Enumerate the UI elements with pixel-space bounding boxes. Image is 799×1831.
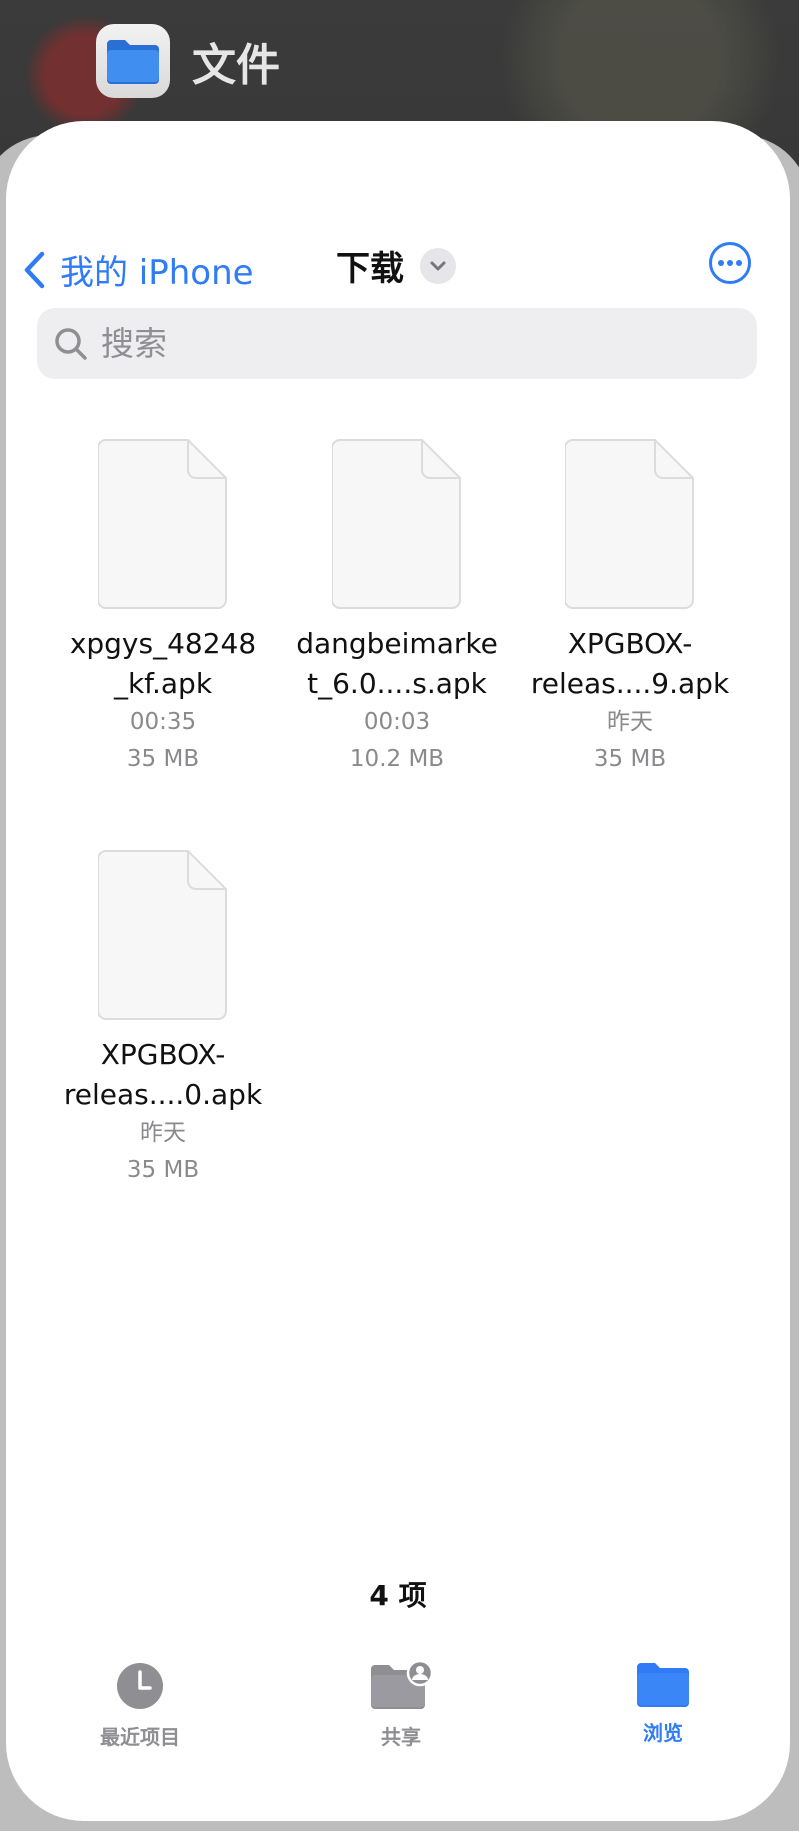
file-item[interactable]: XPGBOX- releas....9.apk 昨天 35 MB xyxy=(520,438,740,778)
file-time: 00:35 xyxy=(129,709,197,735)
chevron-down-icon[interactable] xyxy=(420,247,456,284)
file-size: 35 MB xyxy=(593,746,667,772)
document-icon xyxy=(332,439,461,609)
file-time: 昨天 xyxy=(140,1120,186,1146)
file-size: 35 MB xyxy=(126,746,200,772)
shared-folder-icon xyxy=(371,1659,434,1709)
page-title: 下载 xyxy=(336,249,404,289)
tab-label: 最近项目 xyxy=(100,1725,180,1749)
document-icon xyxy=(98,850,227,1020)
file-size: 10.2 MB xyxy=(349,746,445,772)
navigation-bar: 我的 iPhone 下载 xyxy=(6,231,790,311)
folder-icon xyxy=(637,1663,689,1707)
files-sheet: 我的 iPhone 下载 搜索 xpgys_48248 _kf.apk 00:3… xyxy=(6,121,790,1821)
file-name-line: t_6.0....s.apk xyxy=(307,667,487,700)
file-name-line: dangbeimarke xyxy=(296,627,498,660)
ellipsis-circle-icon xyxy=(709,242,751,284)
document-icon xyxy=(98,439,227,609)
clock-icon xyxy=(117,1663,163,1709)
file-name: XPGBOX- releas....0.apk xyxy=(53,1035,273,1115)
file-item[interactable]: dangbeimarke t_6.0....s.apk 00:03 10.2 M… xyxy=(287,438,507,778)
tab-browse[interactable]: 浏览 xyxy=(588,1661,738,1746)
file-name: xpgys_48248 _kf.apk xyxy=(53,624,273,704)
tab-bar: 最近项目 共享 浏览 xyxy=(6,1659,790,1781)
file-time: 昨天 xyxy=(607,709,653,735)
file-name-line: XPGBOX- xyxy=(567,627,693,660)
file-name-line: releas....0.apk xyxy=(63,1078,263,1111)
more-options-button[interactable] xyxy=(708,241,752,285)
file-size: 35 MB xyxy=(126,1157,200,1183)
search-bar[interactable] xyxy=(37,308,757,379)
file-name: XPGBOX- releas....9.apk xyxy=(520,624,740,704)
search-icon xyxy=(55,327,87,360)
document-icon xyxy=(565,439,694,609)
file-name-line: _kf.apk xyxy=(113,667,213,700)
file-item[interactable]: XPGBOX- releas....0.apk 昨天 35 MB xyxy=(53,849,273,1189)
item-count: 4 项 xyxy=(369,1579,427,1612)
tab-label: 浏览 xyxy=(643,1721,683,1745)
tab-shared[interactable]: 共享 xyxy=(326,1659,476,1750)
file-time: 00:03 xyxy=(363,709,431,735)
file-name-line: releas....9.apk xyxy=(530,667,730,700)
app-switcher-label: 文件 xyxy=(96,24,280,98)
back-button-label: 我的 iPhone xyxy=(60,253,254,293)
back-button[interactable]: 我的 iPhone xyxy=(22,245,254,294)
search-input[interactable] xyxy=(99,323,703,364)
title-group[interactable]: 下载 xyxy=(336,241,456,290)
file-item[interactable]: xpgys_48248 _kf.apk 00:35 35 MB xyxy=(53,438,273,778)
file-name: dangbeimarke t_6.0....s.apk xyxy=(287,624,507,704)
files-app-icon[interactable] xyxy=(96,24,170,98)
file-name-line: XPGBOX- xyxy=(100,1038,226,1071)
app-name: 文件 xyxy=(192,40,280,91)
tab-label: 共享 xyxy=(381,1725,421,1749)
tab-recents[interactable]: 最近项目 xyxy=(65,1661,215,1750)
chevron-left-icon xyxy=(24,251,45,288)
file-name-line: xpgys_48248 xyxy=(69,627,257,660)
